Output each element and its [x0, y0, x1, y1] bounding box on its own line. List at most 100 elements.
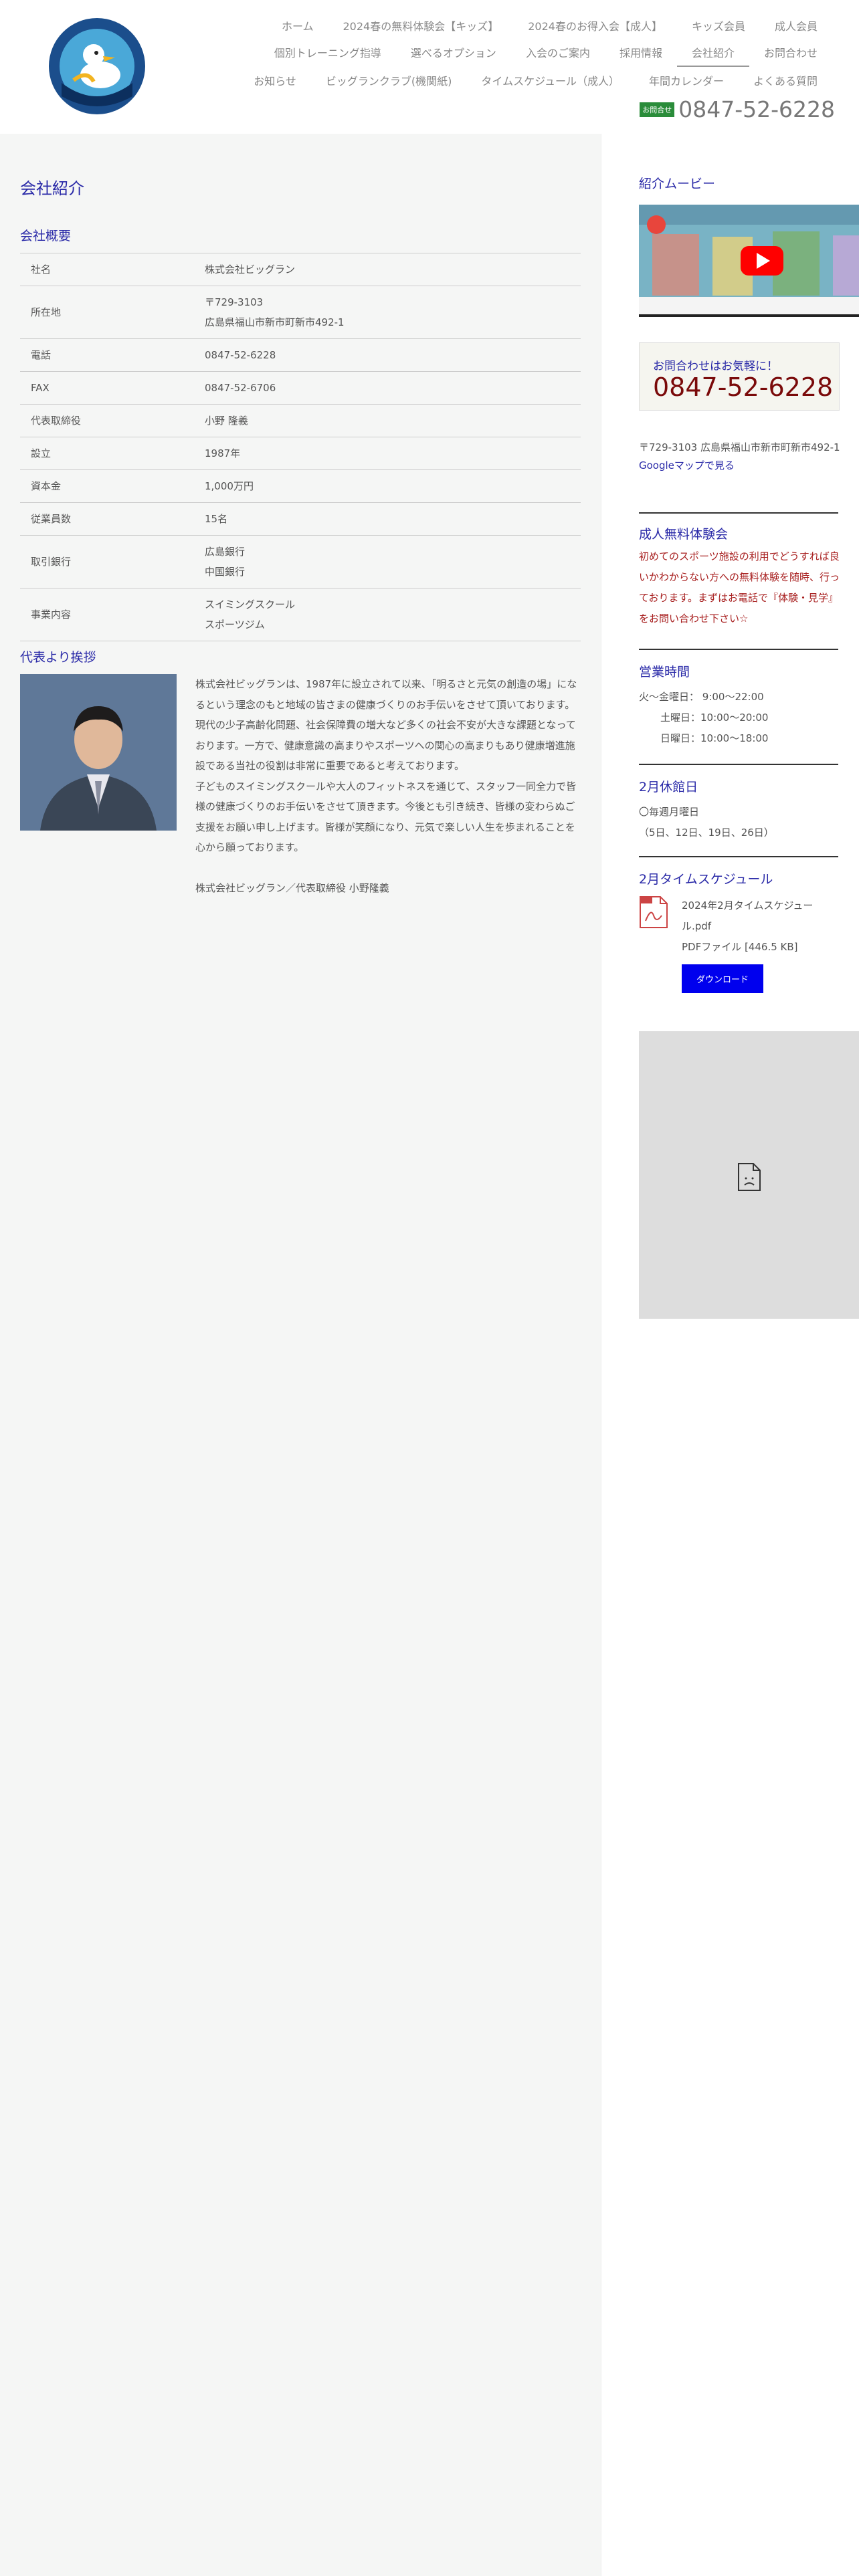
info-value: 0847-52-6228 — [194, 338, 581, 372]
nav-spring-trial-kids[interactable]: 2024春の無料体験会【キッズ】 — [328, 17, 514, 33]
info-value-line: 1,000万円 — [205, 480, 254, 492]
info-value: 1987年 — [194, 437, 581, 470]
nav-company[interactable]: 会社紹介 — [676, 44, 749, 67]
info-key: 社名 — [20, 253, 194, 286]
contact-box[interactable]: お問合わせはお気軽に！ 0847-52-6228 — [639, 342, 840, 411]
info-key: 電話 — [20, 338, 194, 372]
global-nav-row3: お知らせ ビッグランクラブ(機関紙) タイムスケジュール（成人） 年間カレンダー… — [239, 72, 832, 88]
company-info-table: 社名 株式会社ビッグラン 所在地 〒729-3103 広島県福山市新市町新市492-1 電… — [20, 253, 581, 641]
download-button[interactable]: ダウンロード — [682, 964, 764, 993]
info-value-line: 0847-52-6706 — [205, 382, 276, 394]
hours-heading: 営業時間 — [639, 665, 690, 679]
global-nav-row1: ホーム 2024春の無料体験会【キッズ】 2024春のお得入会【成人】 キッズ会… — [267, 17, 832, 33]
info-row: 代表取締役 小野 隆義 — [20, 404, 581, 437]
main-content: 会社紹介 会社概要 社名 株式会社ビッグラン 所在地 〒729-3103 広島県福山市新… — [0, 134, 601, 2576]
info-value-line: 1987年 — [205, 447, 241, 459]
nav-options[interactable]: 選べるオプション — [396, 44, 511, 67]
greeting-text: 株式会社ビッグランは、1987年に設立されて以来、「明るさと元気の創造の場」にな… — [195, 674, 579, 898]
info-row: 事業内容 スイミングスクール スポーツジム — [20, 588, 581, 641]
greeting-heading: 代表より挨拶 — [20, 650, 96, 665]
divider — [639, 764, 838, 765]
info-value: 広島銀行 中国銀行 — [194, 535, 581, 588]
greeting-paragraph-2: 子どものスイミングスクールや大人のフィットネスを通じて、スタッフ一同全力で皆様の… — [195, 780, 576, 854]
header-phone[interactable]: 0847-52-6228 — [678, 96, 835, 122]
nav-personal-training[interactable]: 個別トレーニング指導 — [260, 44, 396, 67]
divider — [639, 856, 838, 857]
schedule-block: 2月タイムスケジュール 2024年2月タイムスケジュール.pdf PDFファイル… — [639, 869, 846, 993]
info-value-line: 広島銀行 — [205, 546, 246, 558]
nav-join-guide[interactable]: 入会のご案内 — [511, 44, 605, 67]
divider — [639, 512, 838, 514]
closed-heading: 2月休館日 — [639, 780, 698, 794]
broken-document-icon — [738, 1163, 761, 1191]
address-block: 〒729-3103 広島県福山市新市町新市492-1 Googleマップで見る — [639, 437, 846, 472]
closed-block: 2月休館日 〇毎週月曜日 （5日、12日、19日、26日） — [639, 777, 846, 843]
site-logo[interactable] — [47, 16, 147, 116]
info-key: 取引銀行 — [20, 535, 194, 588]
info-value: 小野 隆義 — [194, 404, 581, 437]
info-value: 1,000万円 — [194, 469, 581, 503]
nav-kids-member[interactable]: キッズ会員 — [677, 17, 760, 33]
info-value: 〒729-3103 広島県福山市新市町新市492-1 — [194, 286, 581, 339]
address-text: 〒729-3103 広島県福山市新市町新市492-1 — [639, 441, 840, 453]
info-value-line: 広島県福山市新市町新市492-1 — [205, 316, 345, 328]
file-meta: PDFファイル [446.5 KB] — [682, 941, 798, 953]
info-row: FAX 0847-52-6706 — [20, 371, 581, 405]
info-value: スイミングスクール スポーツジム — [194, 588, 581, 641]
info-value: 15名 — [194, 502, 581, 536]
info-value: 0847-52-6706 — [194, 371, 581, 405]
schedule-heading: 2月タイムスケジュール — [639, 872, 773, 887]
trial-block: 成人無料体験会 初めてのスポーツ施設の利用でどうすれば良いかわからない方への無料… — [639, 524, 846, 629]
embed-placeholder — [639, 1031, 859, 1319]
nav-spring-join-adult[interactable]: 2024春のお得入会【成人】 — [513, 17, 677, 33]
sidebar: 紹介ムービー お問合わせはお気軽に！ 0847-52-6228 〒729-310… — [601, 134, 859, 2576]
header-contact[interactable]: お問合せ 0847-52-6228 — [640, 96, 835, 122]
page-title: 会社紹介 — [20, 179, 84, 198]
info-key: FAX — [20, 371, 194, 405]
info-value-line: 株式会社ビッグラン — [205, 263, 296, 276]
info-row: 取引銀行 広島銀行 中国銀行 — [20, 535, 581, 588]
nav-calendar[interactable]: 年間カレンダー — [634, 72, 739, 88]
info-key: 設立 — [20, 437, 194, 470]
contact-box-phone[interactable]: 0847-52-6228 — [653, 372, 833, 402]
info-row: 電話 0847-52-6228 — [20, 338, 581, 372]
info-row: 資本金 1,000万円 — [20, 469, 581, 503]
info-value-line: 〒729-3103 — [205, 296, 264, 308]
pdf-icon[interactable] — [639, 895, 668, 993]
hours-line-2: 土曜日：10:00〜20:00 — [660, 712, 769, 724]
info-value-line: スポーツジム — [205, 619, 265, 631]
nav-faq[interactable]: よくある質問 — [739, 72, 832, 88]
contact-badge: お問合せ — [640, 102, 675, 117]
nav-news[interactable]: お知らせ — [239, 72, 311, 88]
intro-video[interactable] — [639, 205, 859, 317]
global-nav-row2: 個別トレーニング指導 選べるオプション 入会のご案内 採用情報 会社紹介 お問合… — [260, 44, 832, 67]
info-value-line: 15名 — [205, 513, 228, 525]
hours-line-3: 日曜日：10:00〜18:00 — [660, 732, 769, 744]
hours-block: 営業時間 火〜金曜日： 9:00〜22:00 土曜日：10:00〜20:00 日… — [639, 662, 846, 749]
nav-recruit[interactable]: 採用情報 — [605, 44, 677, 67]
nav-club-paper[interactable]: ビッグランクラブ(機関紙) — [311, 72, 467, 88]
info-value-line: スイミングスクール — [205, 599, 296, 611]
nav-timetable-adult[interactable]: タイムスケジュール（成人） — [466, 72, 634, 88]
site-header: ホーム 2024春の無料体験会【キッズ】 2024春のお得入会【成人】 キッズ会… — [0, 0, 859, 134]
divider — [639, 649, 838, 650]
info-value-line: 小野 隆義 — [205, 415, 248, 427]
contact-box-title: お問合わせはお気軽に！ — [653, 360, 778, 373]
trial-heading: 成人無料体験会 — [639, 527, 729, 542]
info-row: 所在地 〒729-3103 広島県福山市新市町新市492-1 — [20, 286, 581, 339]
trial-text: 初めてのスポーツ施設の利用でどうすれば良いかわからない方への無料体験を随時、行っ… — [639, 550, 840, 625]
nav-home[interactable]: ホーム — [267, 17, 328, 33]
info-row: 従業員数 15名 — [20, 502, 581, 536]
nav-adult-member[interactable]: 成人会員 — [760, 17, 832, 33]
info-value-line: 0847-52-6228 — [205, 349, 276, 361]
google-map-link[interactable]: Googleマップで見る — [639, 459, 735, 471]
greeting-paragraph-1: 株式会社ビッグランは、1987年に設立されて以来、「明るさと元気の創造の場」にな… — [195, 678, 577, 772]
company-outline-heading: 会社概要 — [20, 229, 72, 243]
info-key: 所在地 — [20, 286, 194, 339]
info-key: 事業内容 — [20, 588, 194, 641]
info-key: 従業員数 — [20, 502, 194, 536]
info-key: 代表取締役 — [20, 404, 194, 437]
movie-heading: 紹介ムービー — [639, 177, 716, 191]
nav-contact[interactable]: お問合わせ — [749, 44, 832, 67]
closed-line-2: （5日、12日、19日、26日） — [639, 827, 774, 839]
